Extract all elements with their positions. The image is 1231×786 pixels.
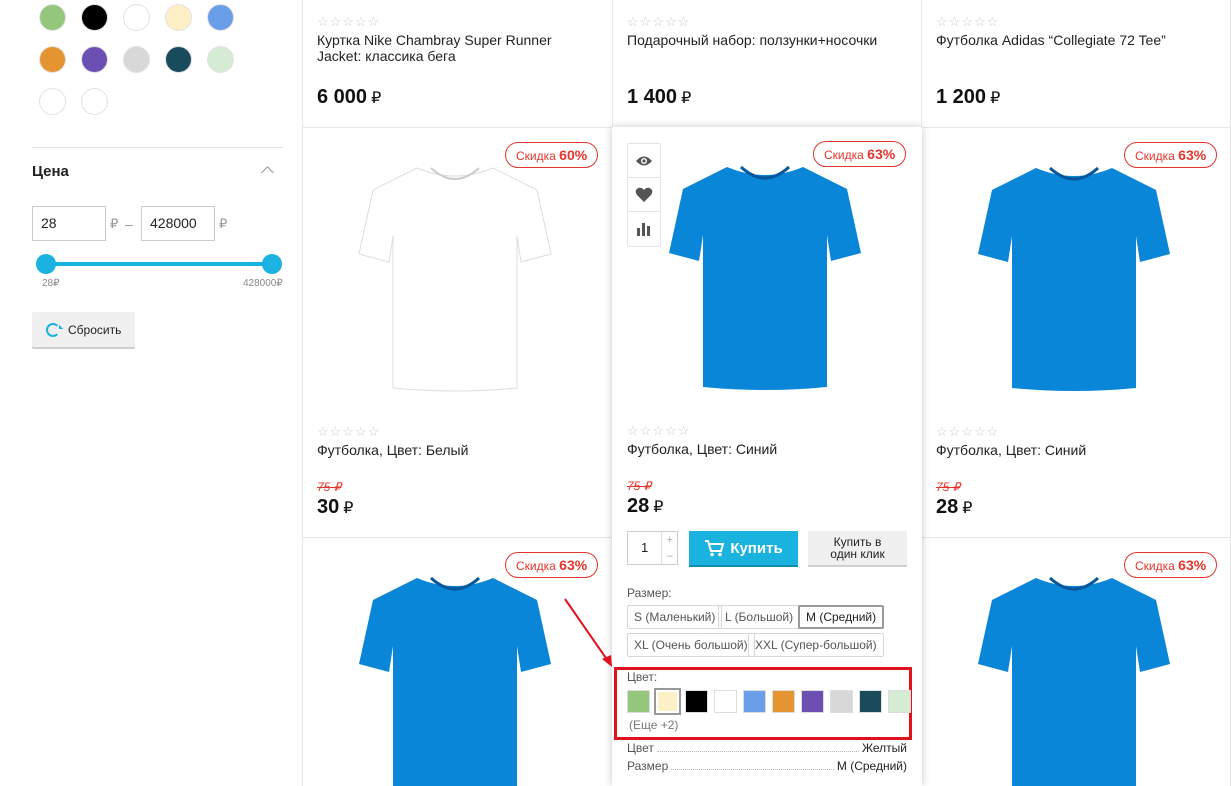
range-separator: – bbox=[125, 216, 133, 232]
color-label: Цвет: bbox=[627, 670, 658, 684]
product-price: 1 200 ₽ bbox=[936, 86, 1001, 108]
size-option[interactable]: L (Большой) bbox=[718, 605, 801, 629]
color-swatch-white[interactable] bbox=[123, 4, 150, 31]
product-name[interactable]: Подарочный набор: ползунки+носочки bbox=[627, 32, 877, 48]
product-image[interactable] bbox=[355, 560, 555, 786]
product-image[interactable] bbox=[355, 150, 555, 400]
decrement-button[interactable]: – bbox=[662, 548, 677, 564]
product-card[interactable]: Скидка 63% ☆☆☆☆☆ Футболка, Цвет: Синий 7… bbox=[922, 128, 1231, 538]
color-swatch-white-3[interactable] bbox=[81, 88, 108, 115]
product-price: 30 ₽ bbox=[317, 496, 354, 518]
color-swatch-purple[interactable] bbox=[81, 46, 108, 73]
old-price: 75 ₽ bbox=[627, 479, 652, 493]
rating-stars[interactable]: ☆☆☆☆☆ bbox=[936, 14, 999, 30]
product-card[interactable]: ☆☆☆☆☆ Подарочный набор: ползунки+носочки… bbox=[613, 0, 922, 128]
product-name[interactable]: Футболка Adidas “Collegiate 72 Tee” bbox=[936, 32, 1166, 48]
product-price: 28 ₽ bbox=[627, 495, 664, 517]
buy-button[interactable]: Купить bbox=[689, 531, 798, 565]
product-image[interactable] bbox=[974, 560, 1174, 786]
property-size: Размер M (Средний) bbox=[627, 759, 907, 773]
catalog-page: Цена 28 ₽ – 428000 ₽ 28₽ 428000₽ Сбросит… bbox=[0, 0, 1231, 786]
price-slider-max-handle[interactable] bbox=[262, 254, 282, 274]
product-name[interactable]: Куртка Nike Chambray Super Runner Jacket:… bbox=[317, 32, 552, 64]
filter-sidebar: Цена 28 ₽ – 428000 ₽ 28₽ 428000₽ Сбросит… bbox=[0, 0, 303, 786]
quantity-stepper[interactable]: 1 + – bbox=[627, 531, 678, 565]
color-swatch-black[interactable] bbox=[81, 4, 108, 31]
compare-icon[interactable] bbox=[628, 212, 660, 246]
color-option-light-gray[interactable] bbox=[830, 690, 853, 713]
product-card[interactable]: Скидка 60% ☆☆☆☆☆ Футболка, Цвет: Белый 7… bbox=[303, 128, 613, 538]
color-option-dark-teal[interactable] bbox=[859, 690, 882, 713]
one-click-buy-button[interactable]: Купить в один клик bbox=[808, 531, 907, 565]
price-filter-title: Цена bbox=[32, 163, 69, 180]
refresh-icon bbox=[46, 322, 60, 337]
color-swatch-light-gray[interactable] bbox=[123, 46, 150, 73]
color-option-cream[interactable] bbox=[654, 688, 681, 715]
increment-button[interactable]: + bbox=[662, 532, 677, 548]
price-min-input[interactable]: 28 bbox=[32, 206, 106, 241]
annotation-arrow-icon bbox=[564, 598, 612, 667]
price-max-input[interactable]: 428000 bbox=[141, 206, 215, 241]
product-card[interactable]: Скидка 63% bbox=[922, 538, 1231, 786]
color-swatch-white-2[interactable] bbox=[39, 88, 66, 115]
color-swatch-cream[interactable] bbox=[165, 4, 192, 31]
slider-max-label: 428000₽ bbox=[243, 278, 283, 289]
old-price: 75 ₽ bbox=[317, 480, 342, 494]
color-option-black[interactable] bbox=[685, 690, 708, 713]
color-swatch-orange[interactable] bbox=[39, 46, 66, 73]
stepper-arrows: + – bbox=[661, 532, 677, 564]
reset-button[interactable]: Сбросить bbox=[32, 312, 135, 347]
price-slider-track[interactable] bbox=[46, 262, 272, 266]
color-swatch-dark-teal[interactable] bbox=[165, 46, 192, 73]
currency-label: ₽ bbox=[219, 216, 228, 231]
rating-stars[interactable]: ☆☆☆☆☆ bbox=[627, 14, 690, 30]
more-colors-link[interactable]: (Еще +2) bbox=[629, 718, 678, 732]
size-option[interactable]: XL (Очень большой) bbox=[627, 633, 755, 657]
size-option[interactable]: XXL (Супер-большой) bbox=[748, 633, 884, 657]
cart-icon bbox=[705, 540, 725, 557]
product-name[interactable]: Футболка, Цвет: Синий bbox=[627, 441, 777, 457]
size-option-selected[interactable]: M (Средний) bbox=[798, 605, 885, 629]
property-color: Цвет Желтый bbox=[627, 741, 907, 755]
color-option-blue[interactable] bbox=[743, 690, 766, 713]
rating-stars[interactable]: ☆☆☆☆☆ bbox=[317, 424, 380, 440]
rating-stars[interactable]: ☆☆☆☆☆ bbox=[317, 14, 380, 30]
currency-label: ₽ bbox=[110, 216, 119, 231]
color-option-white[interactable] bbox=[714, 690, 737, 713]
color-swatch-blue[interactable] bbox=[207, 4, 234, 31]
rating-stars[interactable]: ☆☆☆☆☆ bbox=[936, 424, 999, 440]
slider-min-label: 28₽ bbox=[42, 278, 60, 289]
heart-icon[interactable] bbox=[628, 178, 660, 212]
quantity-value[interactable]: 1 bbox=[628, 532, 661, 564]
buy-label: Купить bbox=[730, 539, 783, 557]
quick-actions bbox=[627, 143, 661, 247]
product-name[interactable]: Футболка, Цвет: Белый bbox=[317, 442, 468, 458]
product-card[interactable]: ☆☆☆☆☆ Куртка Nike Chambray Super Runner J… bbox=[303, 0, 613, 128]
product-name[interactable]: Футболка, Цвет: Синий bbox=[936, 442, 1086, 458]
color-swatch-green[interactable] bbox=[39, 4, 66, 31]
old-price: 75 ₽ bbox=[936, 480, 961, 494]
chevron-up-icon[interactable] bbox=[261, 166, 274, 179]
reset-label: Сбросить bbox=[68, 322, 122, 337]
color-option-pale-green[interactable] bbox=[888, 690, 911, 713]
product-price: 1 400 ₽ bbox=[627, 86, 692, 108]
product-price: 6 000 ₽ bbox=[317, 86, 382, 108]
size-option[interactable]: S (Маленький) bbox=[627, 605, 723, 629]
product-image[interactable] bbox=[665, 149, 865, 399]
eye-icon[interactable] bbox=[628, 144, 660, 178]
rating-stars[interactable]: ☆☆☆☆☆ bbox=[627, 423, 690, 439]
product-card[interactable]: ☆☆☆☆☆ Футболка Adidas “Collegiate 72 Tee… bbox=[922, 0, 1231, 128]
price-slider-min-handle[interactable] bbox=[36, 254, 56, 274]
color-swatch-pale-green[interactable] bbox=[207, 46, 234, 73]
color-option-orange[interactable] bbox=[772, 690, 795, 713]
product-image[interactable] bbox=[974, 150, 1174, 400]
product-card-hovered[interactable]: Скидка 63% ☆☆☆☆☆ Футболка, Цвет: Синий 7… bbox=[612, 127, 922, 786]
color-option-purple[interactable] bbox=[801, 690, 824, 713]
color-option-green[interactable] bbox=[627, 690, 650, 713]
divider bbox=[32, 147, 283, 148]
size-label: Размер: bbox=[627, 586, 672, 600]
product-price: 28 ₽ bbox=[936, 496, 973, 518]
